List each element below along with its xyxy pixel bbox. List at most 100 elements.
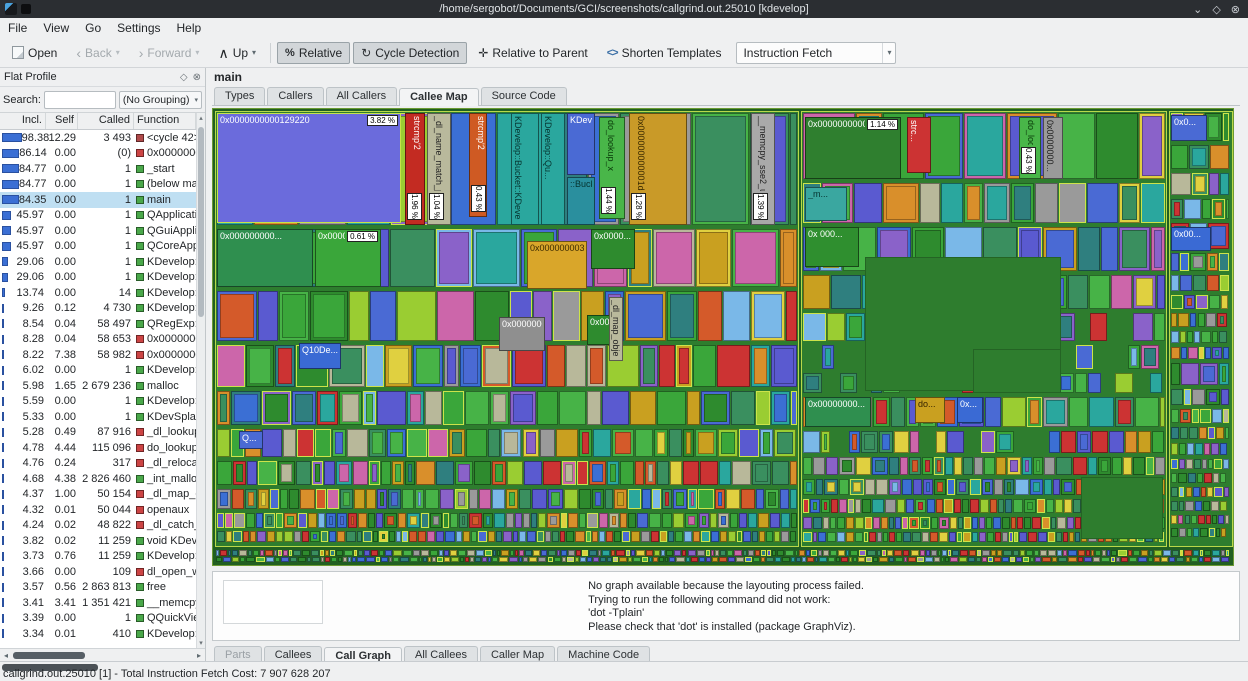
treemap-tile[interactable] — [988, 557, 993, 562]
treemap-tile[interactable] — [1057, 550, 1062, 556]
treemap-tile[interactable] — [348, 513, 357, 528]
forward-button[interactable]: › Forward ▾ — [131, 42, 208, 64]
treemap-tile[interactable] — [1002, 397, 1026, 427]
treemap-tile[interactable] — [409, 531, 417, 542]
treemap-tile[interactable] — [445, 531, 455, 542]
treemap-tile[interactable] — [807, 557, 814, 562]
treemap-tile[interactable] — [1003, 550, 1012, 556]
treemap-tile[interactable] — [862, 499, 871, 513]
treemap-tile[interactable] — [315, 429, 331, 457]
treemap-tile[interactable] — [1011, 517, 1016, 529]
treemap-tile[interactable] — [541, 550, 547, 556]
treemap-tile[interactable] — [628, 513, 636, 528]
treemap-tile[interactable] — [753, 557, 760, 562]
treemap-tile[interactable] — [970, 479, 981, 495]
treemap-tile[interactable] — [692, 113, 749, 225]
treemap-tile[interactable] — [1210, 145, 1229, 169]
treemap-tile[interactable] — [902, 517, 908, 529]
treemap-block[interactable]: 0x00000000... — [805, 397, 871, 427]
treemap-tile[interactable] — [358, 550, 363, 556]
treemap-tile[interactable] — [407, 391, 424, 425]
float-dock-icon[interactable]: ◇ — [180, 72, 188, 83]
treemap-tile[interactable] — [1086, 550, 1090, 556]
treemap-tile[interactable] — [465, 391, 489, 425]
treemap-tile[interactable] — [1171, 473, 1177, 483]
treemap-tile[interactable] — [496, 531, 502, 542]
treemap-tile[interactable] — [913, 479, 922, 495]
treemap-tile[interactable] — [293, 550, 301, 556]
treemap-tile[interactable] — [1044, 457, 1055, 475]
treemap-tile[interactable] — [599, 513, 608, 528]
treemap-tile[interactable] — [274, 550, 278, 556]
treemap-tile[interactable] — [803, 479, 815, 495]
treemap-tile[interactable] — [297, 429, 314, 457]
treemap-tile[interactable] — [545, 531, 551, 542]
treemap-tile[interactable] — [889, 517, 894, 529]
treemap-tile[interactable] — [652, 489, 661, 509]
treemap-tile[interactable] — [1193, 275, 1206, 291]
treemap-tile[interactable] — [673, 513, 685, 528]
treemap-block[interactable]: Q... — [239, 431, 263, 449]
treemap-tile[interactable] — [330, 550, 335, 556]
treemap-tile[interactable] — [1002, 532, 1008, 542]
treemap-tile[interactable] — [402, 489, 414, 509]
treemap-tile[interactable] — [859, 550, 865, 556]
treemap-tile[interactable] — [945, 457, 953, 475]
treemap-tile[interactable] — [922, 457, 933, 475]
treemap-tile[interactable] — [659, 345, 675, 387]
treemap-block[interactable]: KDevelop::Qu... — [541, 113, 565, 225]
treemap-tile[interactable] — [666, 550, 673, 556]
treemap-tile[interactable] — [354, 489, 365, 509]
treemap-tile[interactable] — [494, 513, 504, 528]
treemap-tile[interactable] — [1092, 431, 1108, 453]
treemap-tile[interactable] — [1223, 459, 1229, 469]
treemap-tile[interactable] — [1027, 397, 1041, 427]
treemap-tile[interactable] — [728, 531, 736, 542]
treemap-tile[interactable] — [1188, 347, 1198, 359]
treemap-tile[interactable] — [756, 391, 769, 425]
treemap-tile[interactable] — [873, 517, 880, 529]
treemap-tile[interactable] — [683, 429, 694, 457]
treemap-tile[interactable] — [1201, 487, 1206, 497]
treemap-tile[interactable] — [1224, 487, 1229, 497]
treemap-tile[interactable] — [1152, 431, 1164, 453]
treemap-tile[interactable] — [706, 557, 711, 562]
treemap-tile[interactable] — [1128, 550, 1133, 556]
treemap-block[interactable]: 0x 000... — [805, 227, 859, 267]
treemap-tile[interactable] — [1196, 295, 1208, 309]
treemap-tile[interactable] — [622, 531, 629, 542]
treemap-tile[interactable] — [257, 531, 266, 542]
table-row[interactable]: 3.390.001QQuickVie... — [0, 611, 196, 627]
treemap-tile[interactable] — [693, 531, 700, 542]
treemap-tile[interactable] — [258, 291, 279, 341]
treemap-tile[interactable] — [751, 291, 785, 341]
treemap-tile[interactable] — [564, 489, 579, 509]
treemap-tile[interactable] — [850, 479, 863, 495]
treemap-tile[interactable] — [1056, 532, 1062, 542]
treemap-tile[interactable] — [381, 461, 391, 485]
treemap-tile[interactable] — [1171, 173, 1191, 195]
treemap-tile[interactable] — [474, 461, 491, 485]
treemap-tile[interactable] — [687, 391, 700, 425]
treemap-tile[interactable] — [1180, 275, 1192, 291]
treemap-tile[interactable] — [651, 531, 659, 542]
scroll-up-icon[interactable]: ▴ — [197, 114, 205, 122]
table-row[interactable]: 5.981.652 679 236malloc — [0, 378, 196, 394]
treemap-tile[interactable] — [258, 461, 277, 485]
column-header-function[interactable]: Function — [134, 113, 196, 129]
treemap-tile[interactable] — [329, 531, 336, 542]
treemap-tile[interactable] — [1191, 557, 1198, 562]
treemap-tile[interactable] — [397, 291, 435, 341]
cycle-detection-toggle[interactable]: ↻ Cycle Detection — [353, 42, 467, 64]
treemap-tile[interactable] — [389, 531, 394, 542]
treemap-tile[interactable] — [830, 517, 836, 529]
treemap-tile[interactable] — [620, 461, 634, 485]
treemap-tile[interactable] — [1151, 227, 1165, 271]
treemap-tile[interactable] — [363, 531, 372, 542]
treemap-tile[interactable] — [416, 461, 435, 485]
treemap-tile[interactable] — [613, 557, 618, 562]
treemap-tile[interactable] — [1163, 550, 1171, 556]
treemap-tile[interactable] — [1220, 275, 1229, 291]
treemap-tile[interactable] — [877, 550, 881, 556]
treemap-tile[interactable] — [1146, 457, 1154, 475]
